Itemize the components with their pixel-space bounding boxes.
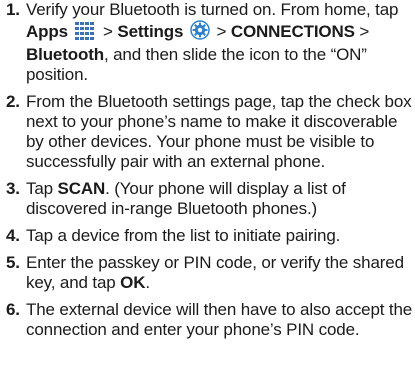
step-number: 5. xyxy=(6,253,20,272)
step-text: Verify your Bluetooth is turned on. From… xyxy=(26,0,399,19)
step-number: 3. xyxy=(6,179,20,198)
apps-grid-icon xyxy=(74,22,96,45)
step-text: The external device will then have to al… xyxy=(26,300,413,339)
step-text: Tap a device from the list to initiate p… xyxy=(26,226,341,245)
instruction-page: 1. Verify your Bluetooth is turned on. F… xyxy=(0,0,415,385)
step-number: 4. xyxy=(6,226,20,245)
step-text: > xyxy=(98,22,118,41)
step-item-5: 5. Enter the passkey or PIN code, or ver… xyxy=(6,253,415,293)
step-item-6: 6. The external device will then have to… xyxy=(6,300,415,340)
bluetooth-label: Bluetooth xyxy=(26,45,104,64)
step-item-4: 4. Tap a device from the list to initiat… xyxy=(6,226,415,246)
step-number: 1. xyxy=(6,0,20,19)
step-text: . xyxy=(145,273,150,292)
step-item-3: 3. Tap SCAN. (Your phone will display a … xyxy=(6,179,415,219)
step-number: 6. xyxy=(6,300,20,319)
settings-label: Settings xyxy=(117,22,184,41)
step-text: Tap xyxy=(26,179,58,198)
connections-label: CONNECTIONS xyxy=(230,22,355,41)
step-text: > xyxy=(354,22,370,41)
step-number: 2. xyxy=(6,92,20,111)
apps-label: Apps xyxy=(26,22,68,41)
steps-list: 1. Verify your Bluetooth is turned on. F… xyxy=(6,0,415,340)
step-text: From the Bluetooth settings page, tap th… xyxy=(26,92,412,171)
scan-label: SCAN xyxy=(57,179,106,198)
ok-label: OK xyxy=(120,273,146,292)
settings-gear-icon xyxy=(190,20,210,45)
step-item-2: 2. From the Bluetooth settings page, tap… xyxy=(6,92,415,172)
step-item-1: 1. Verify your Bluetooth is turned on. F… xyxy=(6,0,415,85)
step-text: > xyxy=(211,22,231,41)
step-text: Enter the passkey or PIN code, or verify… xyxy=(26,253,404,292)
